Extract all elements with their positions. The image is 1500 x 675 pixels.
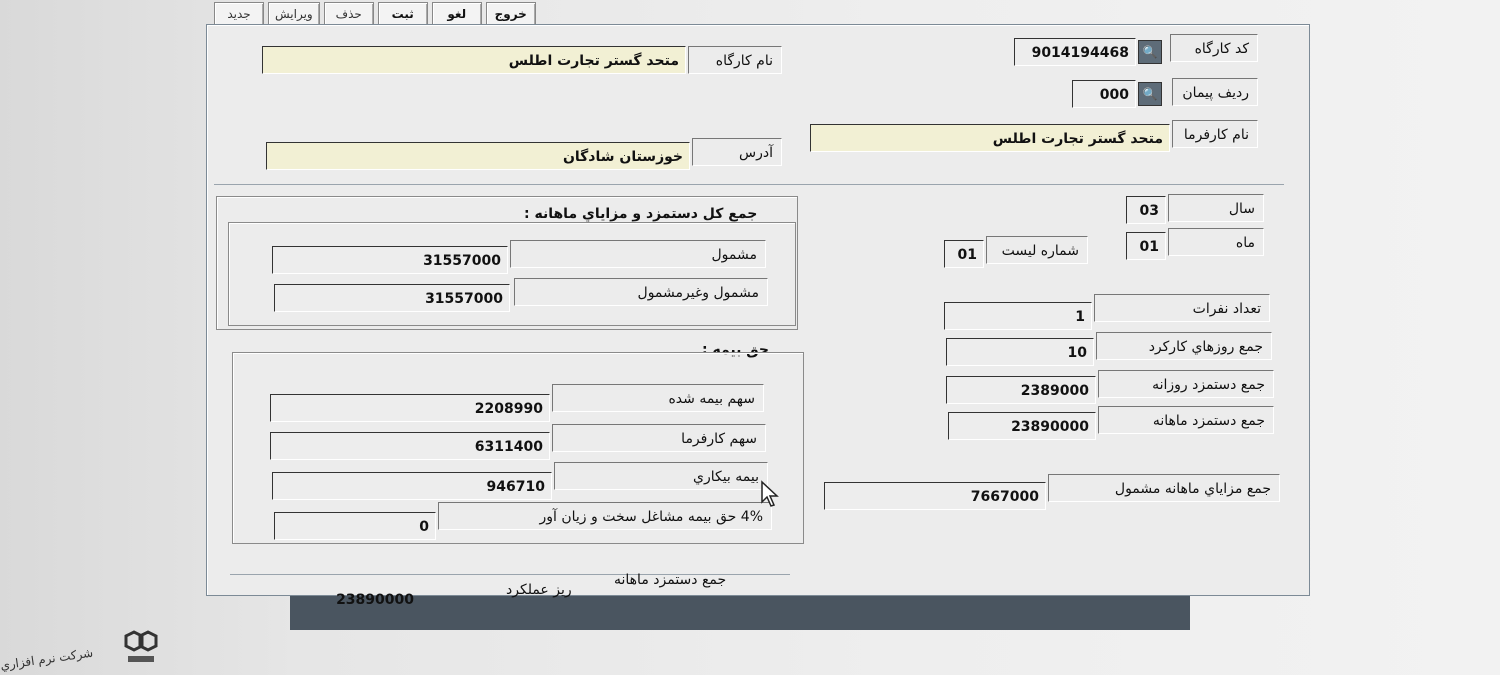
list-number-field[interactable]: 01 xyxy=(944,240,984,268)
list-number-label: شماره ليست xyxy=(986,236,1088,264)
totals-all-field[interactable]: 31557000 xyxy=(274,284,510,312)
workdays-field[interactable]: 10 xyxy=(946,338,1094,366)
headcount-field[interactable]: 1 xyxy=(944,302,1092,330)
footer-monthly-wage-label: جمع دستمزد ماهانه xyxy=(614,572,727,588)
employer-share-field[interactable]: 6311400 xyxy=(270,432,550,460)
company-logo-icon xyxy=(124,630,158,662)
footer-detail-label[interactable]: ريز عملکرد xyxy=(506,582,572,598)
footer-monthly-wage-field: 23890000 xyxy=(336,592,414,608)
contract-row-search-icon[interactable]: 🔍 xyxy=(1138,82,1162,106)
workshop-code-search-icon[interactable]: 🔍 xyxy=(1138,40,1162,64)
year-field[interactable]: 03 xyxy=(1126,196,1166,224)
totals-title: جمع کل دستمزد و مزاياي ماهانه : xyxy=(520,206,762,222)
header-separator xyxy=(214,184,1284,185)
totals-insured-label: مشمول xyxy=(510,240,766,268)
daily-wage-label: جمع دستمزد روزانه xyxy=(1098,370,1274,398)
insured-share-field[interactable]: 2208990 xyxy=(270,394,550,422)
address-field[interactable]: خوزستان شادگان xyxy=(266,142,690,170)
new-button[interactable]: جديد xyxy=(214,2,264,26)
exit-button[interactable]: خروج xyxy=(485,2,536,26)
headcount-label: تعداد نفرات xyxy=(1094,294,1270,322)
insured-share-label: سهم بيمه شده xyxy=(552,384,764,412)
mouse-cursor-icon xyxy=(761,480,779,507)
month-label: ماه xyxy=(1168,228,1264,256)
totals-insured-field[interactable]: 31557000 xyxy=(272,246,508,274)
contract-row-label: رديف پيمان xyxy=(1172,78,1258,106)
year-label: سال xyxy=(1168,194,1264,222)
workshop-name-field[interactable]: متحد گستر تجارت اطلس xyxy=(262,46,686,74)
daily-wage-field[interactable]: 2389000 xyxy=(946,376,1096,404)
unemployment-label: بيمه بيکاري xyxy=(554,462,768,490)
unemployment-field[interactable]: 946710 xyxy=(272,472,552,500)
hard-jobs-field[interactable]: 0 xyxy=(274,512,436,540)
contract-row-field[interactable]: 000 xyxy=(1072,80,1136,108)
workshop-code-label: کد کارگاه xyxy=(1170,34,1258,62)
hard-jobs-label: 4% حق بيمه مشاغل سخت و زيان آور xyxy=(438,502,772,530)
delete-button[interactable]: حذف xyxy=(323,2,374,26)
monthly-benefits-field[interactable]: 7667000 xyxy=(824,482,1046,510)
address-label: آدرس xyxy=(692,138,782,166)
employer-name-field[interactable]: متحد گستر تجارت اطلس xyxy=(810,124,1170,152)
workshop-name-label: نام کارگاه xyxy=(688,46,782,74)
monthly-wage-label: جمع دستمزد ماهانه xyxy=(1098,406,1274,434)
cancel-button[interactable]: لغو xyxy=(431,2,482,26)
monthly-benefits-label: جمع مزاياي ماهانه مشمول xyxy=(1048,474,1280,502)
employer-share-label: سهم کارفرما xyxy=(552,424,766,452)
edit-button[interactable]: ويرايش xyxy=(268,2,320,26)
totals-all-label: مشمول وغيرمشمول xyxy=(514,278,768,306)
month-field[interactable]: 01 xyxy=(1126,232,1166,260)
save-button[interactable]: ثبت xyxy=(377,2,428,26)
workdays-label: جمع روزهاي کارکرد xyxy=(1096,332,1272,360)
monthly-wage-field[interactable]: 23890000 xyxy=(948,412,1096,440)
employer-name-label: نام کارفرما xyxy=(1172,120,1258,148)
workshop-code-field[interactable]: 9014194468 xyxy=(1014,38,1136,66)
toolbar: جديد ويرايش حذف ثبت لغو خروج xyxy=(214,2,536,26)
